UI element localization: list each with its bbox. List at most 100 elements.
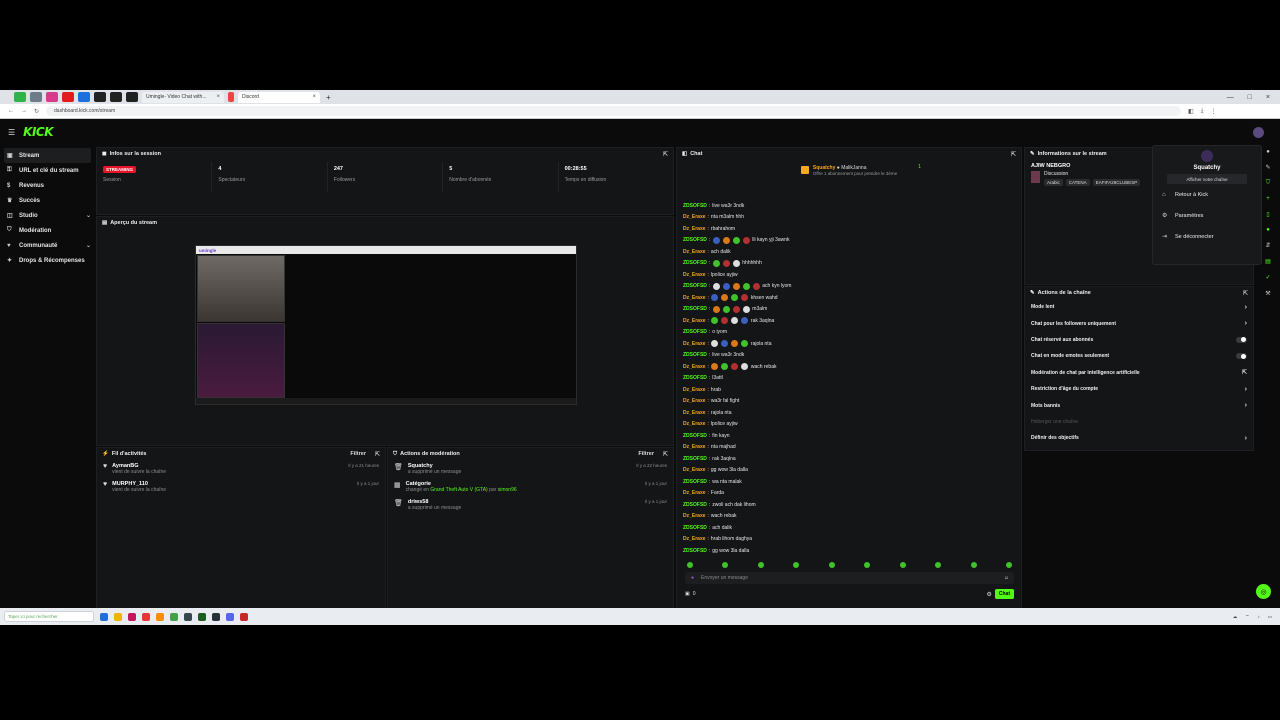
pinned-tab[interactable] — [78, 92, 90, 102]
emote-icon[interactable] — [864, 562, 871, 568]
pinned-tab[interactable] — [30, 92, 42, 102]
trash-icon[interactable]: ▯ — [1266, 211, 1269, 218]
chat-username[interactable]: ZDSOFSD — [683, 203, 707, 209]
browser-tab-active[interactable]: Discord × — [238, 91, 320, 103]
chat-username[interactable]: Dz_Eraxe — [683, 421, 706, 427]
emote-icon[interactable] — [1005, 562, 1012, 568]
action-followers-only[interactable]: Chat pour les followers uniquement › — [1025, 315, 1253, 331]
chat-username[interactable]: Dz_Eraxe — [683, 398, 706, 404]
popout-icon[interactable]: ⇱ — [1011, 151, 1016, 158]
chrome-icon[interactable] — [170, 612, 178, 621]
emote-icon[interactable] — [687, 562, 693, 568]
popout-icon[interactable]: ⇱ — [1243, 290, 1248, 297]
sidebar-item-succes[interactable]: ♛ Succès — [4, 193, 91, 208]
chat-username[interactable]: Dz_Eraxe — [683, 410, 706, 416]
close-window-icon[interactable]: × — [1266, 94, 1270, 101]
chat-username[interactable]: Dz_Eraxe — [683, 444, 706, 450]
popout-icon[interactable]: ⇱ — [663, 151, 668, 158]
chat-username[interactable]: ZDSOFSD — [683, 283, 707, 289]
chat-username[interactable]: ZDSOFSD — [683, 548, 707, 554]
sidebar-item-url[interactable]: ⚿ URL et clé du stream — [4, 163, 91, 178]
explorer-icon[interactable] — [114, 612, 122, 621]
menu-item-settings[interactable]: ⚙ Paramètres — [1153, 205, 1261, 226]
chat-username[interactable]: ZDSOFSD — [683, 306, 707, 312]
chat-username[interactable]: Dz_Eraxe — [683, 467, 706, 473]
chat-username[interactable]: ZDSOFSD — [683, 525, 707, 531]
sidebar-item-stream[interactable]: ▣ Stream — [4, 148, 91, 163]
chat-username[interactable]: Dz_Eraxe — [683, 226, 706, 232]
forward-icon[interactable]: → — [21, 108, 27, 114]
dot-icon[interactable]: ● — [1266, 149, 1270, 155]
tools-icon[interactable]: ⚒ — [1265, 290, 1270, 297]
sidebar-item-drops[interactable]: ✦ Drops & Récompenses — [4, 253, 91, 268]
kick-logo[interactable]: KICK — [23, 125, 53, 139]
layout-icon[interactable]: ▤ — [1265, 258, 1271, 265]
opera-icon[interactable] — [142, 612, 150, 621]
filter-button[interactable]: Filtrer — [350, 451, 366, 457]
pinned-tab[interactable] — [126, 92, 138, 102]
brave-icon[interactable] — [156, 612, 164, 621]
chat-username[interactable]: Dz_Eraxe — [683, 513, 706, 519]
stream-video[interactable]: umingle — [195, 245, 577, 405]
action-goals[interactable]: Définir des objectifs › — [1025, 430, 1253, 446]
hamburger-icon[interactable]: ☰ — [8, 128, 15, 137]
pin-icon[interactable]: ⇵ — [1265, 242, 1270, 249]
pinned-tab[interactable] — [62, 92, 74, 102]
chat-bubble-icon[interactable]: ● — [1266, 227, 1270, 233]
emote-icon[interactable] — [757, 562, 764, 568]
shield-icon[interactable]: ⛉ — [1266, 180, 1271, 187]
gear-icon[interactable]: ⚙ — [986, 591, 991, 598]
popout-icon[interactable]: ⇱ — [375, 451, 380, 458]
new-tab-icon[interactable]: + — [326, 93, 331, 102]
chat-input[interactable]: ● Envoyer un message ☺ — [685, 572, 1014, 584]
chat-username[interactable]: ZDSOFSD — [683, 352, 707, 358]
download-icon[interactable]: ⤓ — [1201, 108, 1204, 115]
volume-icon[interactable]: ♪ — [1257, 614, 1259, 619]
chat-username[interactable]: ZDSOFSD — [683, 260, 707, 266]
chat-username[interactable]: ZDSOFSD — [683, 502, 707, 508]
chat-username[interactable]: Dz_Eraxe — [683, 295, 706, 301]
reload-icon[interactable]: ↻ — [34, 108, 39, 115]
minimize-icon[interactable]: — — [1227, 94, 1234, 101]
show-channel-button[interactable]: Afficher votre chaîne — [1167, 174, 1247, 184]
pinned-tab[interactable] — [46, 92, 58, 102]
wrench-icon[interactable]: ✓ — [1265, 274, 1270, 281]
network-icon[interactable]: ⌔ — [1245, 614, 1249, 620]
action-banned-words[interactable]: Mots bannis › — [1025, 397, 1253, 413]
chat-username[interactable]: Dz_Eraxe — [683, 318, 706, 324]
chat-username[interactable]: Dz_Eraxe — [683, 536, 706, 542]
action-slow-mode[interactable]: Mode lent › — [1025, 299, 1253, 315]
avatar[interactable] — [1253, 127, 1264, 138]
app-icon[interactable] — [240, 612, 248, 621]
notification-icon[interactable]: ▭ — [1268, 614, 1272, 620]
chat-username[interactable]: Dz_Eraxe — [683, 364, 706, 370]
chat-username[interactable]: Dz_Eraxe — [683, 272, 706, 278]
app-icon[interactable] — [184, 612, 192, 621]
chat-username[interactable]: Dz_Eraxe — [683, 490, 706, 496]
sidebar-item-studio[interactable]: ◫ Studio ⌄ — [4, 208, 91, 223]
chat-username[interactable]: Dz_Eraxe — [683, 249, 706, 255]
chat-username[interactable]: Dz_Eraxe — [683, 214, 706, 220]
taskview-icon[interactable] — [100, 612, 108, 621]
discord-icon[interactable] — [226, 612, 234, 621]
pinned-tab[interactable] — [110, 92, 122, 102]
chat-username[interactable]: Dz_Eraxe — [683, 387, 706, 393]
back-icon[interactable]: ← — [8, 108, 14, 114]
sidebar-item-communaute[interactable]: ♥ Communauté ⌄ — [4, 238, 91, 253]
emote-icon[interactable] — [935, 562, 942, 568]
extensions-icon[interactable]: ◧ — [1188, 108, 1194, 115]
menu-icon[interactable]: ⋮ — [1210, 108, 1216, 115]
maximize-icon[interactable]: □ — [1248, 94, 1252, 101]
toggle-switch[interactable] — [1236, 353, 1247, 360]
plus-icon[interactable]: + — [1266, 196, 1270, 202]
sidebar-item-moderation[interactable]: ⛉ Modération — [4, 223, 91, 238]
app-icon[interactable] — [128, 612, 136, 621]
close-icon[interactable]: × — [312, 94, 316, 100]
weather-icon[interactable]: ☁ — [1233, 614, 1238, 620]
chat-username[interactable]: ZDSOFSD — [683, 329, 707, 335]
pinned-tab[interactable] — [228, 92, 234, 102]
emote-icon[interactable] — [793, 562, 800, 568]
pinned-gift-banner[interactable]: Squatchy ● MalikJanna Offre 1 abonnement… — [677, 160, 1021, 180]
kick-app-icon[interactable] — [198, 612, 206, 621]
edit-icon[interactable]: ✎ — [1265, 164, 1270, 171]
